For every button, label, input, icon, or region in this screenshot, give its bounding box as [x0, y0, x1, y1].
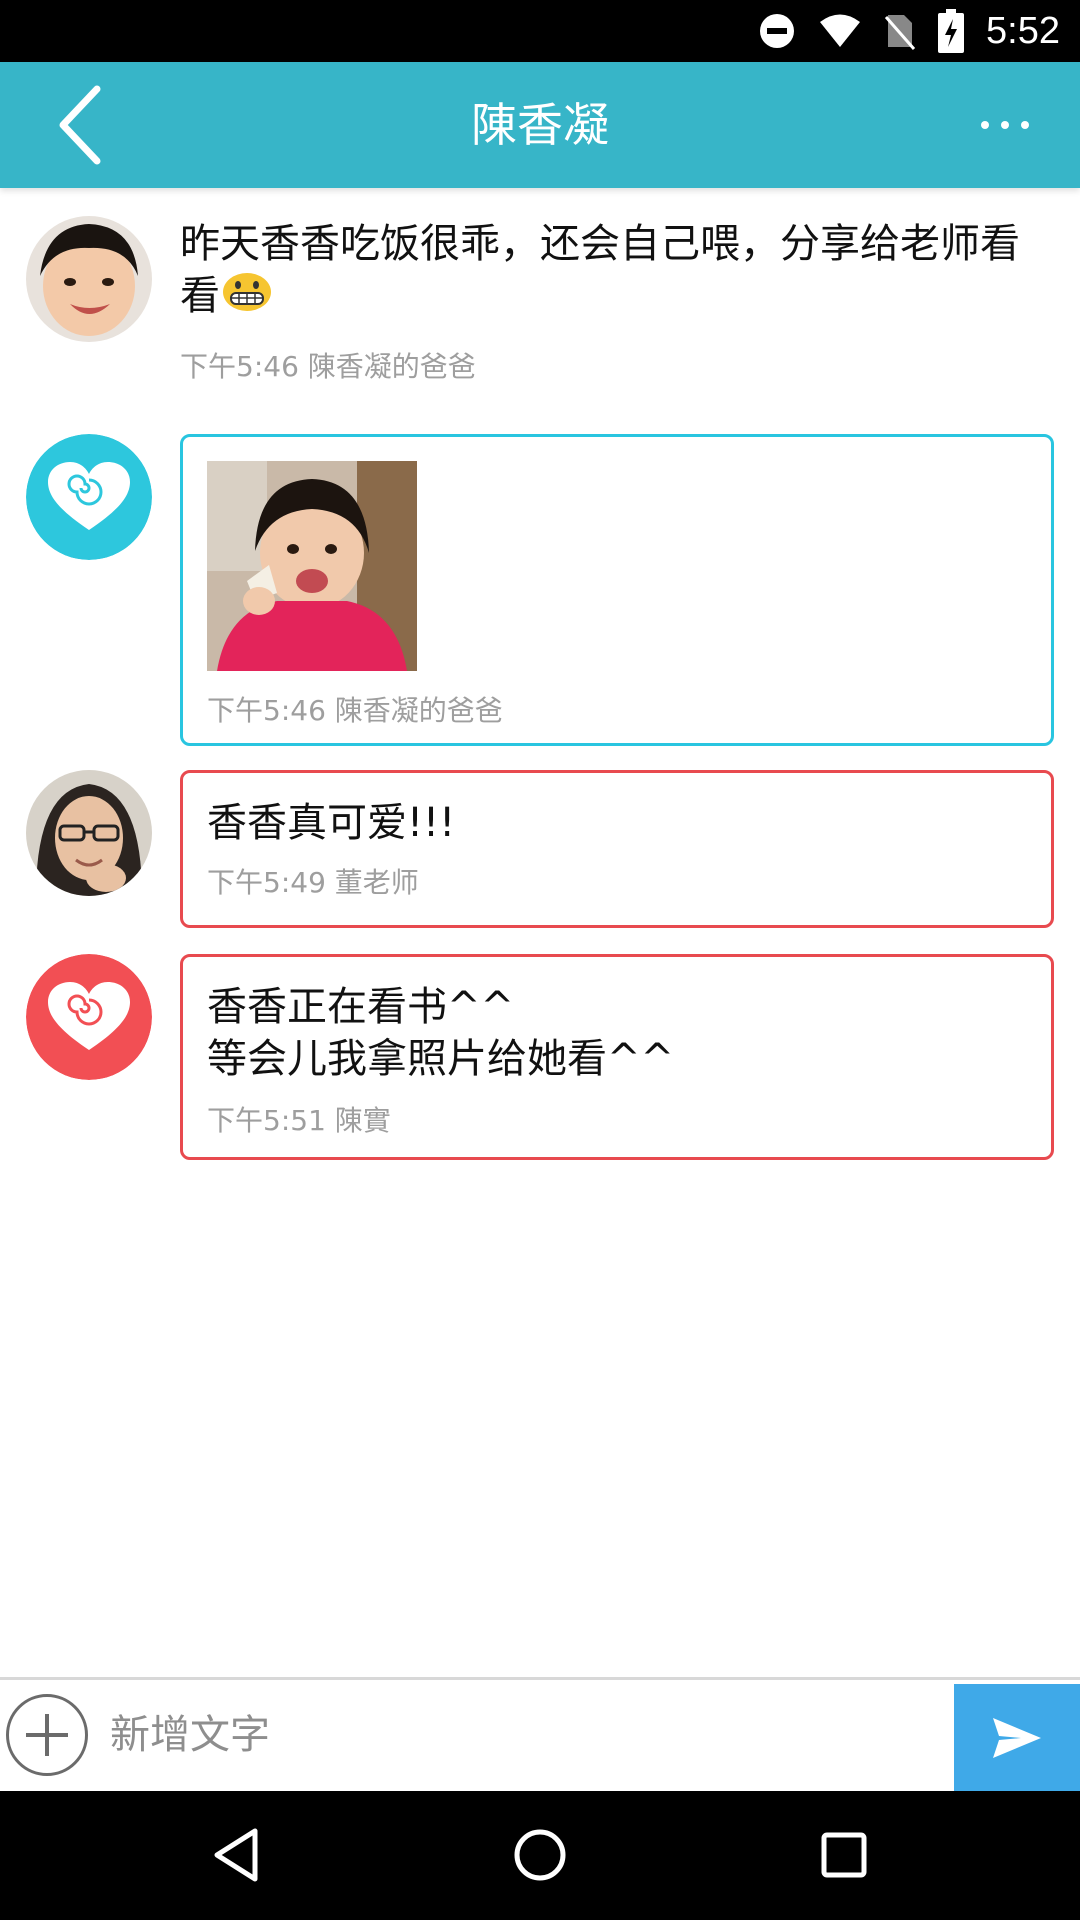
more-dots-icon — [981, 121, 989, 129]
send-button[interactable] — [954, 1684, 1080, 1792]
heart-logo-avatar[interactable] — [26, 434, 152, 560]
navigation-bar — [0, 1791, 1080, 1920]
page-title: 陳香凝 — [471, 98, 609, 152]
heart-logo-avatar[interactable] — [26, 954, 152, 1080]
child-photo-avatar[interactable] — [26, 216, 152, 342]
teacher-photo-avatar[interactable] — [26, 770, 152, 896]
nav-back-button[interactable] — [196, 1815, 276, 1895]
recents-square-icon — [821, 1832, 867, 1878]
status-icons: 5:52 — [758, 0, 1060, 62]
message-text: 香香真可爱!!! — [207, 800, 456, 846]
nav-home-button[interactable] — [500, 1815, 580, 1895]
message-feed[interactable]: 昨天香香吃饭很乖，还会自己喂，分享给老师看看 下午5:46 陳香凝的爸爸 下午5… — [0, 190, 1080, 1677]
message-meta: 下午5:51 陳實 — [207, 1104, 391, 1137]
home-circle-icon — [514, 1829, 566, 1881]
send-arrow-icon — [993, 1718, 1041, 1758]
add-attachment-button[interactable] — [6, 1694, 88, 1776]
message-text-line: 等会儿我拿照片给她看^^ — [207, 1036, 675, 1082]
status-time: 5:52 — [986, 9, 1060, 52]
message-card-text[interactable]: 香香真可爱!!! 下午5:49 董老师 — [180, 770, 1054, 928]
nav-recents-button[interactable] — [804, 1815, 884, 1895]
message-text: 昨天香香吃饭很乖，还会自己喂，分享给老师看看 — [180, 218, 1050, 325]
status-bar: 5:52 — [0, 0, 1080, 62]
message-card-text[interactable]: 香香正在看书^^ 等会儿我拿照片给她看^^ 下午5:51 陳實 — [180, 954, 1054, 1160]
message-text-line: 香香正在看书^^ — [207, 984, 515, 1030]
wifi-icon — [818, 13, 862, 49]
no-sim-icon — [884, 11, 916, 51]
more-options-button[interactable] — [970, 92, 1040, 158]
message-text-post: 昨天香香吃饭很乖，还会自己喂，分享给老师看看 下午5:46 陳香凝的爸爸 — [180, 218, 1050, 385]
back-triangle-icon — [214, 1828, 258, 1882]
do-not-disturb-icon — [758, 12, 796, 50]
battery-charging-icon — [938, 9, 965, 53]
app-bar: 陳香凝 — [0, 62, 1080, 188]
grinning-face-emoji — [222, 272, 272, 325]
back-button[interactable] — [40, 82, 120, 168]
child-photo[interactable] — [207, 461, 417, 671]
plus-circle-icon — [26, 1714, 68, 1756]
message-card-image[interactable]: 下午5:46 陳香凝的爸爸 — [180, 434, 1054, 746]
chevron-left-icon — [59, 85, 101, 165]
message-meta: 下午5:46 陳香凝的爸爸 — [180, 349, 476, 383]
message-input[interactable] — [110, 1692, 950, 1778]
message-meta: 下午5:49 董老师 — [207, 866, 419, 899]
message-meta: 下午5:46 陳香凝的爸爸 — [207, 694, 503, 727]
compose-bar — [0, 1677, 1080, 1792]
